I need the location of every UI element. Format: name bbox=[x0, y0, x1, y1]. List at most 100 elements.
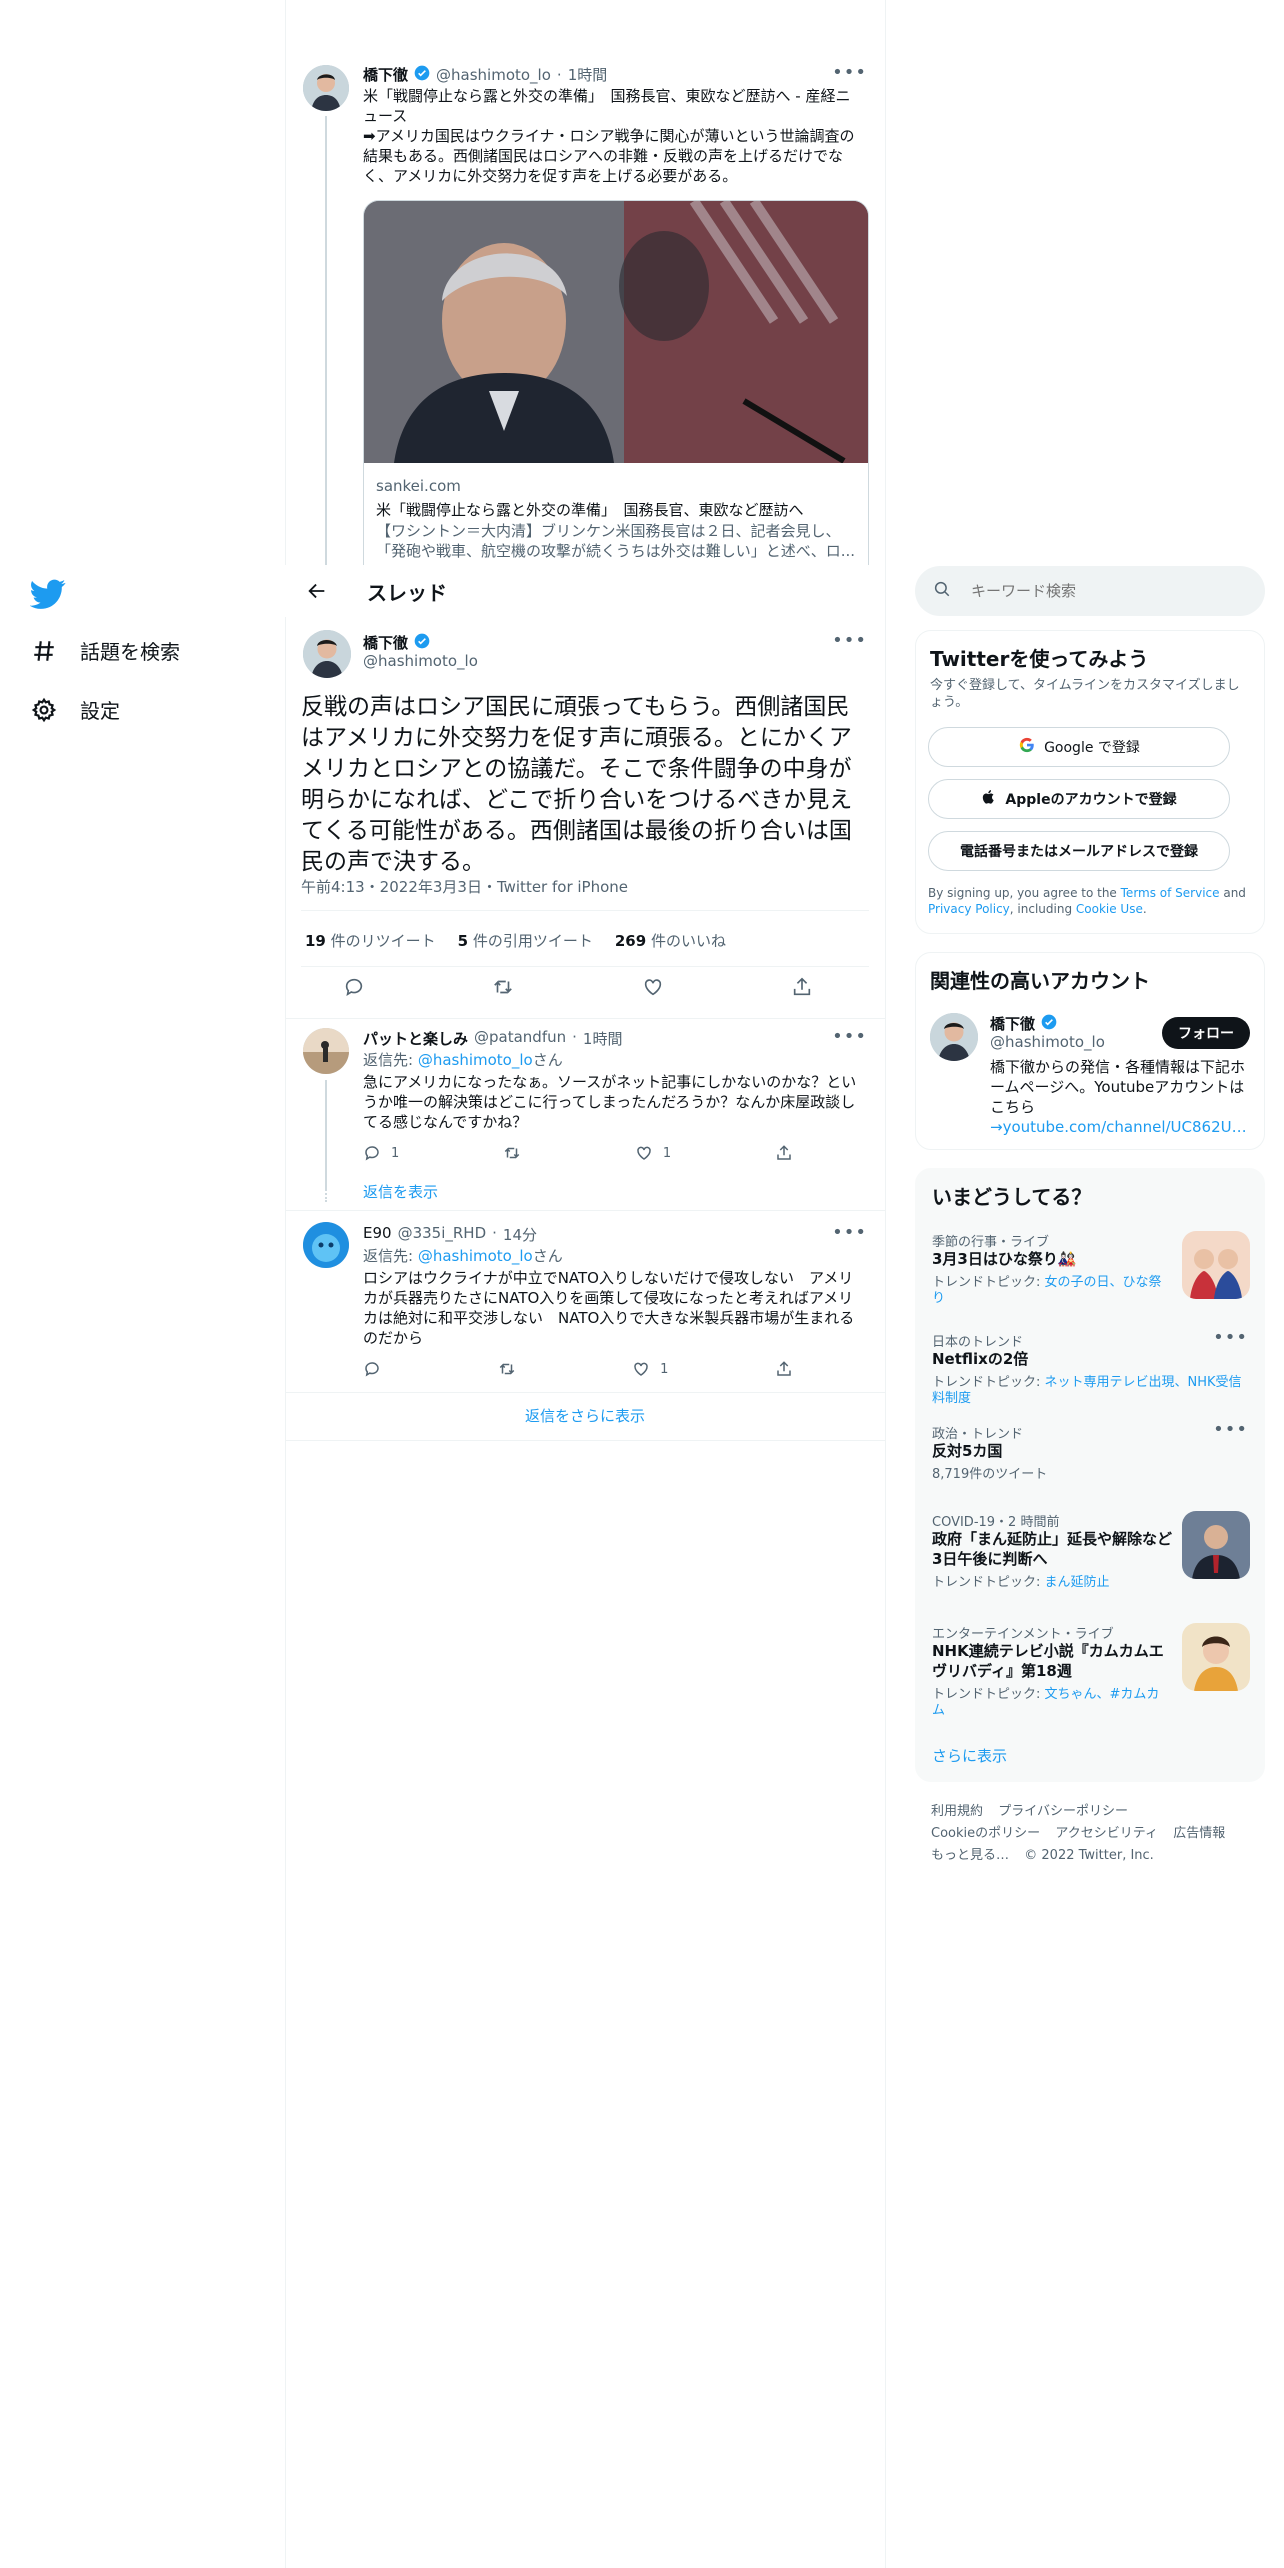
privacy-link[interactable]: Privacy Policy bbox=[928, 902, 1010, 916]
footer-link-privacy[interactable]: プライバシーポリシー bbox=[998, 1804, 1128, 1819]
google-icon bbox=[1018, 736, 1036, 758]
bio-link[interactable]: →youtube.com/channel/UC862U… bbox=[990, 1118, 1247, 1136]
search-icon bbox=[933, 580, 951, 602]
card-image bbox=[364, 201, 868, 464]
retweet-icon bbox=[504, 1147, 520, 1159]
avatar[interactable] bbox=[303, 630, 351, 678]
trends-title: いまどうしてる？ bbox=[932, 1185, 1092, 1209]
author-name[interactable]: 橋下徹 bbox=[363, 632, 408, 653]
more-options-icon[interactable]: ••• bbox=[832, 62, 867, 83]
verified-badge-icon bbox=[414, 65, 430, 85]
author-handle[interactable]: @335i_RHD bbox=[398, 1224, 487, 1245]
share-button[interactable] bbox=[775, 1360, 793, 1378]
footer-link-accessibility[interactable]: アクセシビリティ bbox=[1055, 1826, 1158, 1841]
nav-explore[interactable]: 話題を検索 bbox=[30, 636, 180, 665]
reply-icon[interactable] bbox=[343, 976, 365, 998]
follow-button[interactable]: フォロー bbox=[1162, 1017, 1250, 1049]
like-icon bbox=[637, 1146, 651, 1160]
copyright: © 2022 Twitter, Inc. bbox=[1024, 1848, 1154, 1863]
author-name[interactable]: パットと楽しみ bbox=[363, 1028, 468, 1049]
tweet-metadata[interactable]: 午前4:13・2022年3月3日・Twitter for iPhone bbox=[301, 876, 628, 897]
author-handle[interactable]: @hashimoto_lo bbox=[436, 66, 551, 84]
reply-to-link[interactable]: @hashimoto_lo bbox=[418, 1051, 533, 1069]
footer-link-more[interactable]: もっと見る… bbox=[931, 1848, 1009, 1863]
trend-item[interactable]: エンターテインメント・ライブ NHK連続テレビ小説『カムカムエヴリバディ』第18… bbox=[916, 1617, 1266, 1718]
thread-line bbox=[325, 116, 327, 570]
account-handle[interactable]: @hashimoto_lo bbox=[990, 1033, 1105, 1051]
divider bbox=[285, 1210, 885, 1211]
divider bbox=[285, 1440, 885, 1441]
trend-thumbnail bbox=[1182, 1623, 1250, 1691]
footer-link-ads[interactable]: 広告情報 bbox=[1173, 1826, 1225, 1841]
thread-dots bbox=[325, 1182, 329, 1202]
author-name[interactable]: E90 bbox=[363, 1224, 392, 1245]
like-button[interactable]: 1 bbox=[635, 1144, 671, 1162]
divider bbox=[301, 910, 869, 911]
divider bbox=[285, 1392, 885, 1393]
tweet-time[interactable]: 1時間 bbox=[568, 64, 608, 85]
like-button[interactable]: 1 bbox=[632, 1360, 668, 1378]
card-domain: sankei.com bbox=[376, 477, 461, 495]
avatar[interactable] bbox=[930, 1013, 978, 1061]
tweet-time[interactable]: 14分 bbox=[503, 1224, 537, 1245]
reply-to-link[interactable]: @hashimoto_lo bbox=[418, 1247, 533, 1265]
reply-actions: 1 bbox=[363, 1360, 793, 1378]
account-name[interactable]: 橋下徹 bbox=[990, 1013, 1035, 1034]
more-options-icon[interactable]: ••• bbox=[1213, 1327, 1248, 1348]
retweet-icon[interactable] bbox=[492, 976, 514, 998]
thread-header: スレッド bbox=[285, 565, 885, 617]
like-icon[interactable] bbox=[642, 976, 664, 998]
trend-item[interactable]: 日本のトレンド Netflixの2倍 トレンドトピック: ネット専用テレビ出現、… bbox=[916, 1325, 1266, 1406]
link-card[interactable]: sankei.com 米「戦闘停止なら露と外交の準備」 国務長官、東欧など歴訪へ… bbox=[363, 200, 869, 570]
avatar[interactable] bbox=[303, 1222, 349, 1268]
tweet-time[interactable]: 1時間 bbox=[583, 1028, 623, 1049]
trend-item[interactable]: COVID-19・2 時間前 政府「まん延防止」延長や解除など3日午後に判断へ … bbox=[916, 1505, 1266, 1605]
twitter-logo-icon[interactable] bbox=[29, 576, 66, 612]
tweet-stats: 19 件のリツイート 5 件の引用ツイート 269 件のいいね bbox=[305, 930, 726, 951]
more-options-icon[interactable]: ••• bbox=[832, 1026, 867, 1047]
page-title: スレッド bbox=[367, 580, 447, 605]
share-icon[interactable] bbox=[791, 976, 813, 998]
right-sidebar: Twitterを使ってみよう 今すぐ登録して、タイムラインをカスタマイズしましょ… bbox=[915, 0, 1265, 2568]
retweet-button[interactable] bbox=[503, 1144, 531, 1162]
trend-item[interactable]: 季節の行事・ライブ 3月3日はひな祭り🎎 トレンドトピック: 女の子の日、ひな祭… bbox=[916, 1225, 1266, 1315]
footer-link-terms[interactable]: 利用規約 bbox=[931, 1804, 983, 1819]
trend-item[interactable]: 政治・トレンド 反対5カ国 8,719件のツイート ••• bbox=[916, 1417, 1266, 1487]
more-options-icon[interactable]: ••• bbox=[832, 1222, 867, 1243]
parent-tweet[interactable]: 橋下徹 @hashimoto_lo · 1時間 ••• 米「戦闘停止なら露と外交… bbox=[285, 50, 885, 570]
avatar[interactable] bbox=[303, 1028, 349, 1074]
author-handle[interactable]: @hashimoto_lo bbox=[363, 652, 478, 670]
author-name[interactable]: 橋下徹 bbox=[363, 64, 408, 85]
tweet-text: 急にアメリカになったなぁ。ソースがネット記事にしかないのかな？というか唯一の解決… bbox=[363, 1073, 857, 1131]
show-more-replies-link[interactable]: 返信をさらに表示 bbox=[285, 1406, 885, 1426]
quotes-count[interactable]: 5 件の引用ツイート bbox=[458, 930, 593, 951]
search-box[interactable] bbox=[915, 566, 1265, 616]
footer-link-cookies[interactable]: Cookieのポリシー bbox=[931, 1826, 1040, 1841]
show-more-trends-link[interactable]: さらに表示 bbox=[932, 1745, 1007, 1766]
google-signup-button[interactable]: Google で登録 bbox=[928, 727, 1230, 767]
phone-email-signup-button[interactable]: 電話番号またはメールアドレスで登録 bbox=[928, 831, 1230, 871]
more-options-icon[interactable]: ••• bbox=[1213, 1419, 1248, 1440]
cookie-link[interactable]: Cookie Use bbox=[1076, 902, 1143, 916]
back-arrow-icon[interactable] bbox=[297, 571, 337, 611]
retweet-button[interactable] bbox=[498, 1360, 526, 1378]
relevant-accounts-panel: 関連性の高いアカウント 橋下徹 @hashimoto_lo フォロー 橋下徹から… bbox=[915, 952, 1265, 1150]
likes-count[interactable]: 269 件のいいね bbox=[615, 930, 726, 951]
more-options-icon[interactable]: ••• bbox=[832, 630, 867, 651]
nav-settings[interactable]: 設定 bbox=[30, 695, 120, 724]
retweets-count[interactable]: 19 件のリツイート bbox=[305, 930, 436, 951]
terms-link[interactable]: Terms of Service bbox=[1121, 886, 1220, 900]
tweet-text: 反戦の声はロシア国民に頑張ってもらう。西側諸国民はアメリカに外交努力を促す声に頑… bbox=[301, 694, 853, 875]
reply-button[interactable]: 1 bbox=[363, 1144, 399, 1162]
divider bbox=[285, 1018, 885, 1019]
share-button[interactable] bbox=[775, 1144, 793, 1162]
account-bio: 橋下徹からの発信・各種情報は下記ホームページへ。Youtubeアカウントはこちら… bbox=[990, 1058, 1247, 1136]
author-handle[interactable]: @patandfun bbox=[474, 1028, 566, 1049]
avatar[interactable] bbox=[303, 65, 349, 111]
show-replies-link[interactable]: 返信を表示 bbox=[363, 1182, 438, 1202]
signup-title: Twitterを使ってみよう bbox=[930, 647, 1149, 671]
footer: 利用規約 プライバシーポリシー Cookieのポリシー アクセシビリティ 広告情… bbox=[931, 1800, 1251, 1866]
search-input[interactable] bbox=[969, 581, 1233, 601]
apple-signup-button[interactable]: Appleのアカウントで登録 bbox=[928, 779, 1230, 819]
reply-button[interactable] bbox=[363, 1360, 391, 1378]
